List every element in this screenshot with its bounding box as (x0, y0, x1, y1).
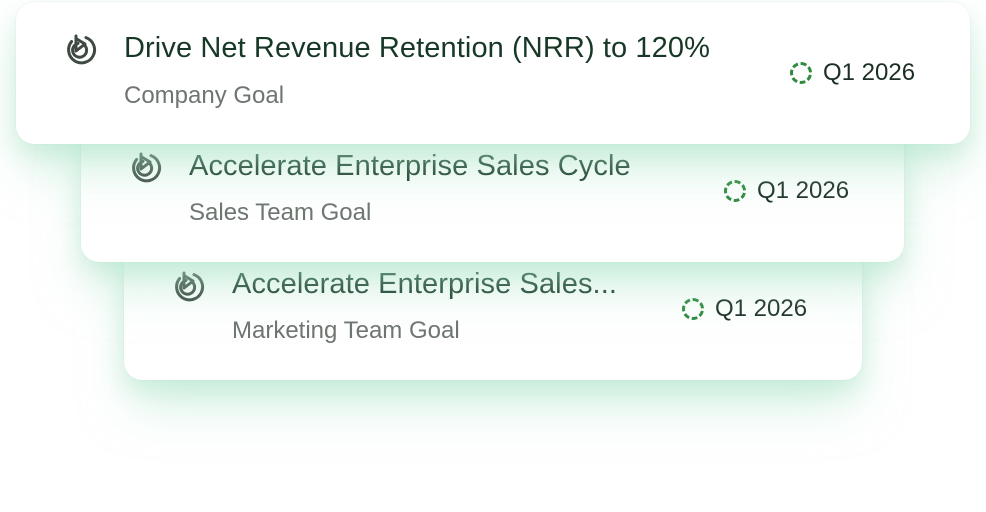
goal-card-company[interactable]: Drive Net Revenue Retention (NRR) to 120… (16, 2, 970, 144)
quarter-badge: Q1 2026 (682, 294, 807, 324)
goal-target-icon (172, 269, 206, 303)
dashed-circle-icon (724, 180, 746, 202)
goal-subtitle: Sales Team Goal (189, 199, 372, 226)
goal-target-icon (129, 150, 163, 184)
quarter-badge: Q1 2026 (724, 176, 849, 206)
quarter-label: Q1 2026 (757, 177, 850, 204)
goal-target-icon (64, 32, 98, 66)
goal-title: Accelerate Enterprise Sales Cycle (189, 150, 631, 182)
goal-subtitle: Company Goal (124, 82, 285, 109)
dashed-circle-icon (682, 298, 704, 320)
goal-subtitle: Marketing Team Goal (232, 317, 460, 344)
goals-stack: Accelerate Enterprise Sales... Marketing… (0, 0, 986, 512)
goal-title: Accelerate Enterprise Sales... (232, 268, 618, 300)
quarter-label: Q1 2026 (823, 59, 916, 86)
quarter-label: Q1 2026 (715, 295, 808, 322)
dashed-circle-icon (790, 62, 812, 84)
goal-title: Drive Net Revenue Retention (NRR) to 120… (124, 32, 710, 64)
quarter-badge: Q1 2026 (790, 58, 915, 88)
